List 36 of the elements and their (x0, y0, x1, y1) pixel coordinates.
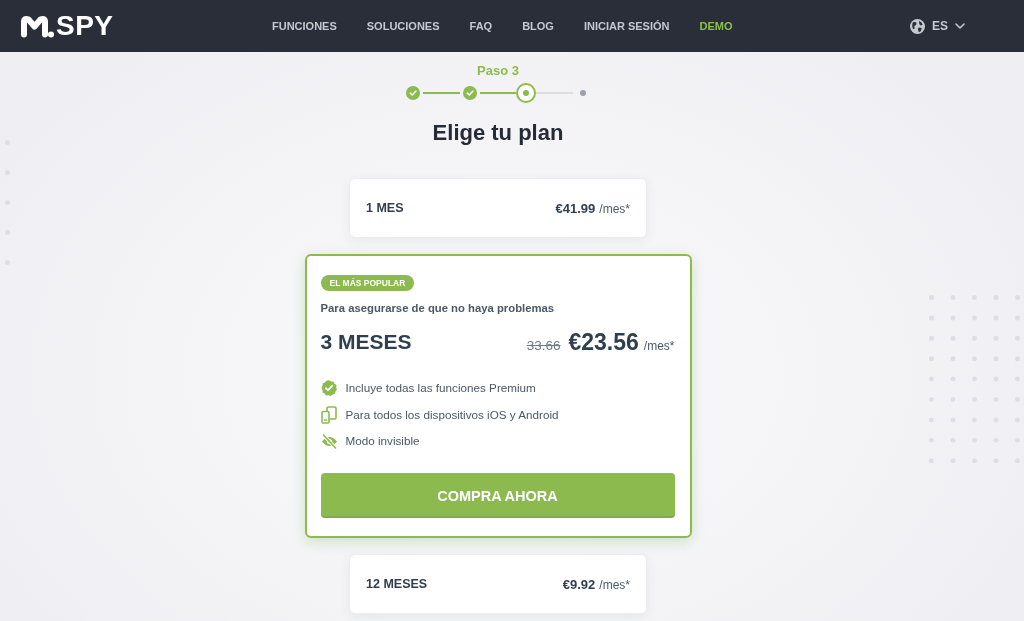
logo-text: SPY (56, 11, 114, 41)
plan-card[interactable]: 12 MESES €9.92 /mes* (349, 554, 647, 614)
plan-price: €9.92 (562, 576, 596, 592)
price-unit: /mes* (599, 201, 630, 216)
plan-card[interactable]: 1 MES €41.99 /mes* (349, 178, 647, 238)
price-unit: /mes* (643, 338, 675, 353)
plan-card[interactable]: EL MÁS POPULAR Para asegurarse de que no haya problemas 3 MESES 33.66 €23.56 /mes* Incluye todas las funciones Premium Para todos los dispositivos iOS y Android Modo invisible COMPRA AHORA (304, 254, 692, 538)
old-price: 33.66 (526, 337, 561, 353)
chevron-down-icon (955, 23, 965, 29)
plan-name: 1 MES (366, 201, 404, 215)
language-selector[interactable]: ES (910, 18, 965, 34)
plan-subtitle: Para asegurarse de que no haya problemas (320, 301, 555, 316)
nav-link[interactable]: FAQ (469, 18, 493, 34)
plan-name: 12 MESES (366, 577, 428, 591)
step-connector (423, 92, 460, 94)
step-label: Paso 3 (477, 63, 519, 79)
check-badge-icon (321, 380, 337, 396)
nav-link[interactable]: FUNCIONES (272, 18, 337, 34)
plan-price: €23.56 (568, 328, 639, 356)
plan-name: 3 MESES (320, 330, 412, 354)
feature-text: Para todos los dispositivos iOS y Android (345, 406, 559, 423)
nav-link[interactable]: DEMO (699, 18, 733, 34)
popular-badge: EL MÁS POPULAR (320, 275, 415, 291)
feature-text: Incluye todas las funciones Premium (345, 380, 536, 396)
nav-link[interactable]: INICIAR SESIÓN (583, 18, 670, 34)
nav-link[interactable]: SOLUCIONES (366, 18, 440, 34)
eye-slash-icon (320, 433, 338, 449)
devices-icon (321, 405, 337, 424)
logo-icon (20, 14, 54, 38)
globe-icon (910, 18, 925, 34)
step-connector (479, 92, 517, 94)
plan-price: €41.99 (555, 200, 596, 216)
feature-text: Modo invisible (345, 433, 420, 449)
price-unit: /mes* (599, 577, 630, 592)
nav-link[interactable]: BLOG (522, 18, 554, 34)
page-title: Elige tu plan (432, 119, 564, 147)
